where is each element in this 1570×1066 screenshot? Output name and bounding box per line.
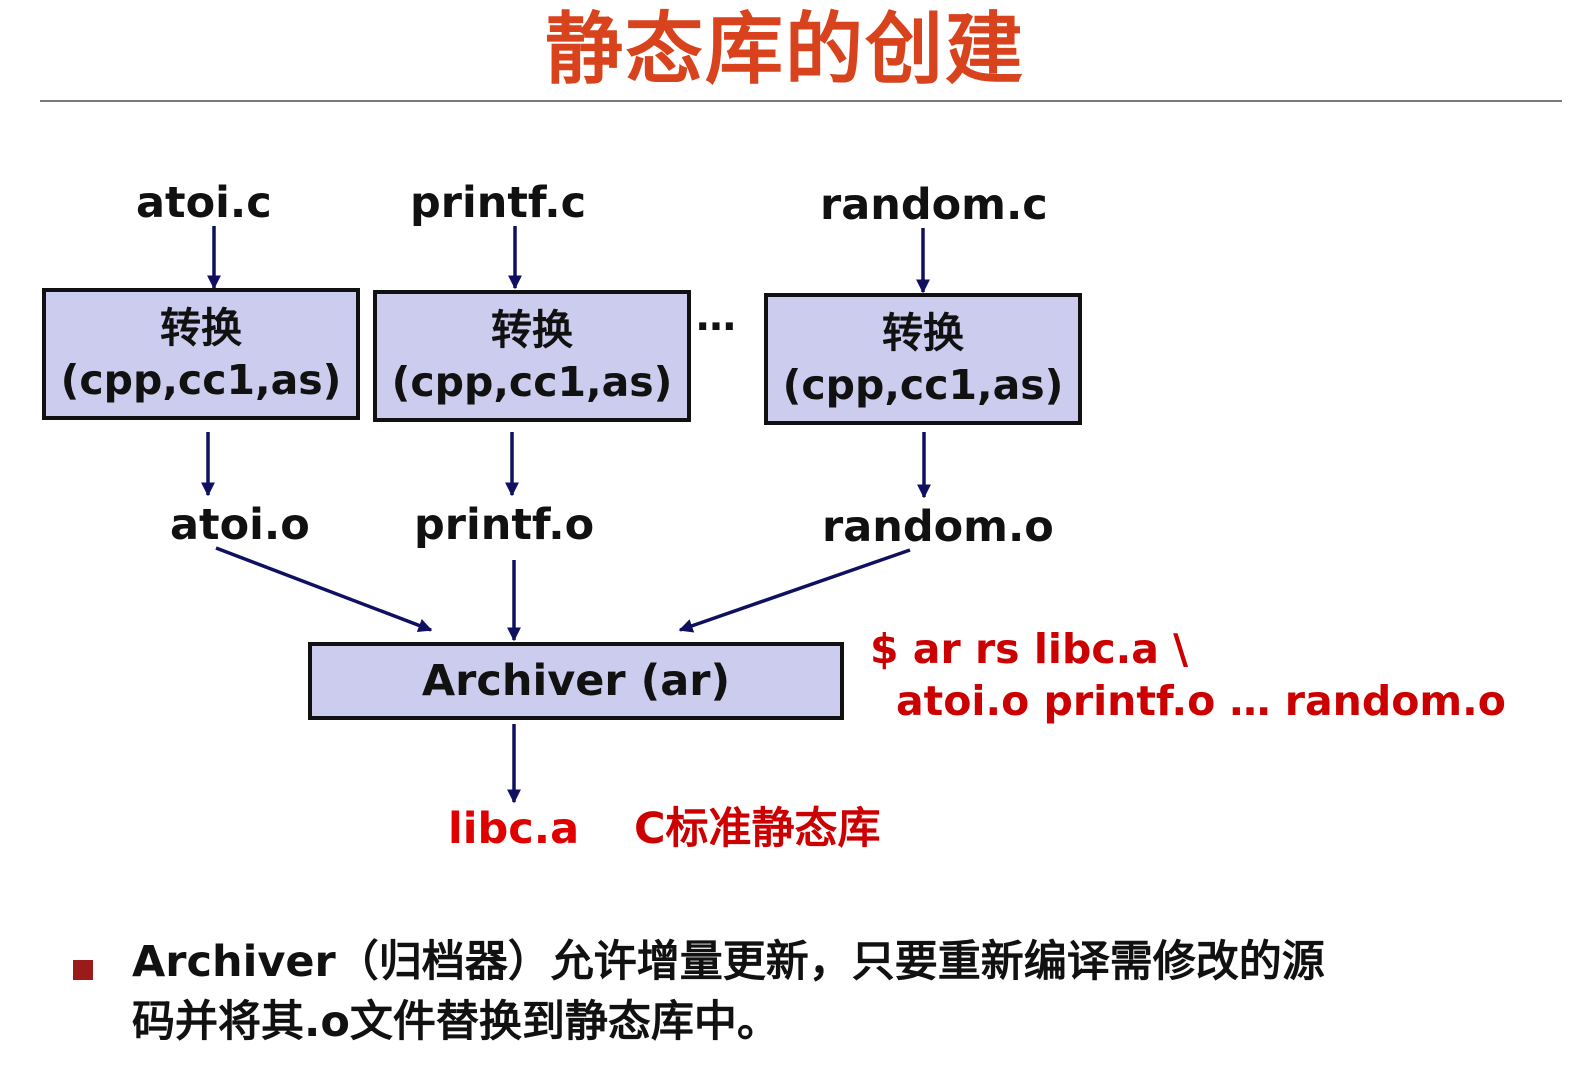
source-file-atoi-c: atoi.c — [136, 178, 272, 228]
bullet-marker — [73, 960, 93, 980]
bullet-line-1: Archiver（归档器）允许增量更新，只要重新编译需修改的源 — [132, 937, 1325, 987]
object-file-printf-o: printf.o — [414, 500, 595, 550]
output-file-libc: libc.a — [448, 804, 580, 854]
ar-command-line1: $ ar rs libc.a \ — [870, 625, 1189, 673]
archiver-label: Archiver (ar) — [421, 656, 731, 706]
translator-box-1: 转换 (cpp,cc1,as) — [42, 288, 360, 420]
ar-command-line2: atoi.o printf.o … random.o — [896, 677, 1506, 725]
source-file-random-c: random.c — [820, 180, 1048, 230]
object-file-random-o: random.o — [822, 502, 1054, 552]
object-file-atoi-o: atoi.o — [170, 500, 310, 550]
archiver-box: Archiver (ar) — [308, 642, 844, 720]
arrow-atoi-o-to-archiver — [215, 546, 433, 633]
output-description: C标准静态库 — [634, 804, 881, 854]
translator-box-2: 转换 (cpp,cc1,as) — [373, 290, 691, 422]
bullet-text: Archiver（归档器）允许增量更新，只要重新编译需修改的源 码并将其.o文件… — [132, 932, 1532, 1052]
source-file-printf-c: printf.c — [410, 178, 587, 228]
more-sources-ellipsis: … — [696, 294, 736, 340]
translator-label: 转换 — [491, 306, 573, 354]
translator-label: 转换 — [882, 309, 964, 357]
bullet-line-2: 码并将其.o文件替换到静态库中。 — [132, 997, 780, 1047]
translator-label: 转换 — [160, 304, 242, 352]
translator-box-3: 转换 (cpp,cc1,as) — [764, 293, 1082, 425]
translator-tools: (cpp,cc1,as) — [391, 358, 673, 406]
translator-tools: (cpp,cc1,as) — [782, 361, 1064, 409]
arrow-random-o-to-archiver — [678, 548, 911, 633]
translator-tools: (cpp,cc1,as) — [60, 356, 342, 404]
